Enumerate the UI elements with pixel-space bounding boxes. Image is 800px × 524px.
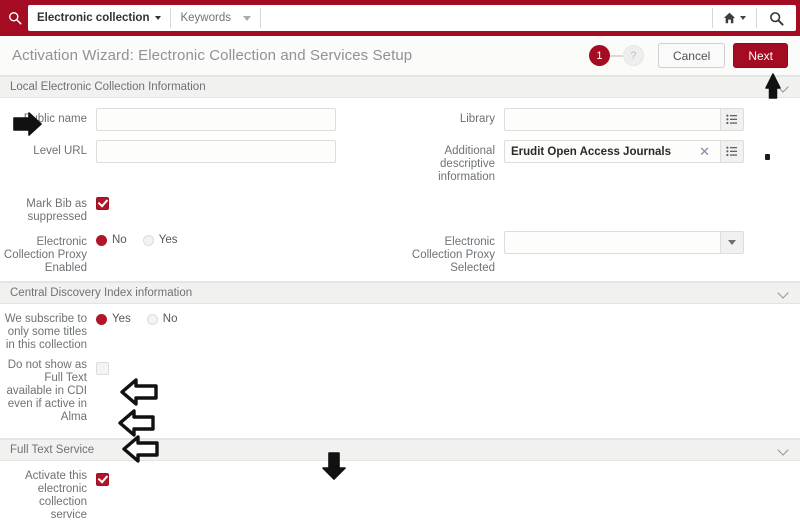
wizard-step-indicator: 1 ? xyxy=(588,45,644,66)
radio-unselected-icon xyxy=(142,234,154,246)
search-entity-selector[interactable]: Electronic collection xyxy=(28,5,170,31)
radio-unselected-icon xyxy=(146,313,158,325)
wizard-step-connector xyxy=(609,54,623,57)
level-url-input[interactable] xyxy=(96,140,336,163)
subscribe-option-yes-label: Yes xyxy=(112,313,131,325)
section-title: Full Text Service xyxy=(10,444,95,456)
search-icon xyxy=(770,11,784,26)
activate-electronic-collection-service-label: Activate this electronic collection serv… xyxy=(25,470,87,521)
wizard-header: Activation Wizard: Electronic Collection… xyxy=(0,36,800,76)
hide-fulltext-cdi-label: Do not show as Full Text available in CD… xyxy=(6,359,87,423)
activate-electronic-collection-service-checkbox[interactable] xyxy=(96,473,109,486)
chevron-down-icon xyxy=(155,16,162,20)
library-input[interactable] xyxy=(504,108,720,131)
next-button[interactable]: Next xyxy=(733,43,788,68)
search-input[interactable] xyxy=(261,5,712,31)
additional-descriptive-information-input[interactable]: Erudit Open Access Journals ✕ xyxy=(504,140,720,163)
clear-x-icon[interactable]: ✕ xyxy=(697,144,714,160)
section-local-electronic-collection-information: Local Electronic Collection Information … xyxy=(0,76,800,282)
electronic-collection-proxy-selected-field xyxy=(504,231,744,254)
additional-descriptive-information-picker-button[interactable] xyxy=(720,140,744,163)
wizard-step-2[interactable]: ? xyxy=(622,45,644,66)
chevron-down-icon xyxy=(242,15,251,21)
library-picker-button[interactable] xyxy=(720,108,744,131)
electronic-collection-proxy-enabled-label: Electronic Collection Proxy Enabled xyxy=(3,236,87,274)
subscribe-option-no[interactable]: No xyxy=(146,313,178,325)
mark-bib-as-suppressed-checkbox[interactable] xyxy=(96,197,109,210)
page-title: Activation Wizard: Electronic Collection… xyxy=(12,47,413,64)
chevron-down-icon xyxy=(740,16,746,20)
global-search-bar: Electronic collection Keywords xyxy=(28,5,796,31)
section-title: Central Discovery Index information xyxy=(10,287,193,299)
electronic-collection-proxy-selected-dropdown-button[interactable] xyxy=(720,231,744,254)
section-header[interactable]: Central Discovery Index information xyxy=(0,282,800,304)
additional-descriptive-information-label: Additional descriptive information xyxy=(438,145,495,183)
public-name-input[interactable] xyxy=(96,108,336,131)
home-icon xyxy=(723,12,736,24)
public-name-label: Public name xyxy=(23,113,87,125)
section-body: Activate this electronic collection serv… xyxy=(0,461,800,524)
additional-descriptive-information-field: Erudit Open Access Journals ✕ xyxy=(504,140,744,163)
wizard-form: Local Electronic Collection Information … xyxy=(0,76,800,524)
section-full-text-service: Full Text Service Activate this electron… xyxy=(0,439,800,524)
search-icon[interactable] xyxy=(4,7,26,29)
electronic-collection-proxy-selected-label: Electronic Collection Proxy Selected xyxy=(411,236,495,274)
chevron-down-icon xyxy=(728,240,736,245)
home-button[interactable] xyxy=(713,5,756,31)
electronic-collection-proxy-enabled-radiogroup: No Yes xyxy=(96,231,384,246)
search-submit-button[interactable] xyxy=(757,5,796,31)
search-entity-label: Electronic collection xyxy=(37,12,150,24)
mark-bib-as-suppressed-label: Mark Bib as suppressed xyxy=(26,198,87,223)
subscribe-some-titles-label: We subscribe to only some titles in this… xyxy=(4,313,87,351)
mouse-cursor xyxy=(765,154,770,160)
top-navigation-bar: Electronic collection Keywords xyxy=(0,0,800,36)
section-title: Local Electronic Collection Information xyxy=(10,81,206,93)
section-body: We subscribe to only some titles in this… xyxy=(0,304,800,438)
electronic-collection-proxy-selected-input[interactable] xyxy=(504,231,720,254)
proxy-enabled-option-yes-label: Yes xyxy=(158,234,178,246)
library-label: Library xyxy=(459,113,495,125)
radio-selected-icon xyxy=(96,234,107,246)
wizard-step-1[interactable]: 1 xyxy=(588,45,610,66)
radio-selected-icon xyxy=(96,313,107,325)
section-central-discovery-index-information: Central Discovery Index information We s… xyxy=(0,282,800,439)
proxy-enabled-option-yes[interactable]: Yes xyxy=(142,234,178,246)
subscribe-option-yes[interactable]: Yes xyxy=(96,313,131,325)
list-picker-icon xyxy=(726,146,737,157)
chevron-down-icon[interactable] xyxy=(778,287,790,299)
level-url-label: Level URL xyxy=(33,145,87,157)
library-field xyxy=(504,108,744,131)
section-body: Public name Library Level URL Additional… xyxy=(0,98,800,281)
hide-fulltext-cdi-checkbox[interactable] xyxy=(96,362,109,375)
section-header[interactable]: Local Electronic Collection Information xyxy=(0,76,800,98)
proxy-enabled-option-no[interactable]: No xyxy=(96,234,127,246)
proxy-enabled-option-no-label: No xyxy=(112,234,127,246)
section-header[interactable]: Full Text Service xyxy=(0,439,800,461)
cancel-button[interactable]: Cancel xyxy=(657,43,726,68)
subscribe-option-no-label: No xyxy=(162,313,178,325)
search-field-selector[interactable]: Keywords xyxy=(171,5,260,31)
list-picker-icon xyxy=(726,114,737,125)
chevron-down-icon[interactable] xyxy=(778,81,790,93)
subscribe-some-titles-radiogroup: Yes No xyxy=(96,310,384,325)
additional-descriptive-information-value: Erudit Open Access Journals xyxy=(511,145,671,158)
search-field-label: Keywords xyxy=(180,12,231,24)
chevron-down-icon[interactable] xyxy=(778,444,790,456)
